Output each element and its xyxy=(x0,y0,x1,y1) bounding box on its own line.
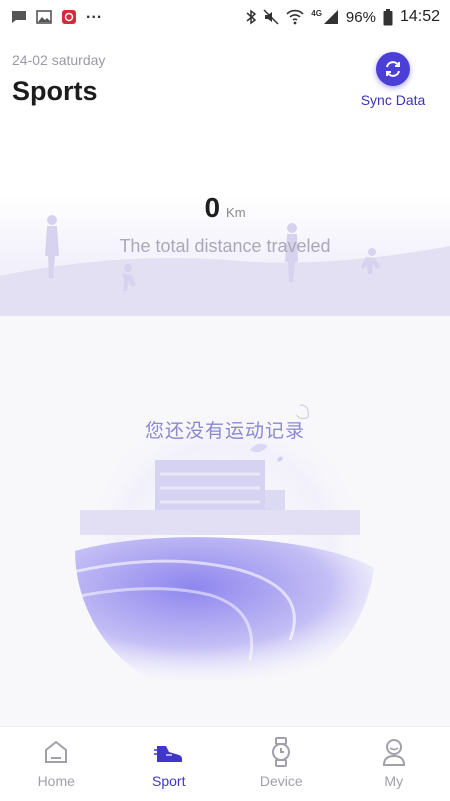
distance-value: 0 xyxy=(204,192,220,223)
nav-home-label: Home xyxy=(38,773,75,789)
status-bar: ... 4G 96% 14:52 xyxy=(0,0,450,34)
sync-icon xyxy=(383,59,403,79)
sync-icon-circle[interactable] xyxy=(376,52,410,86)
more-notifications-indicator: ... xyxy=(86,5,102,23)
watch-icon-wrap xyxy=(266,737,296,767)
sync-data-button[interactable]: Sync Data xyxy=(348,52,438,108)
signal-indicator: 4G xyxy=(311,9,339,25)
person-icon-wrap xyxy=(379,737,409,767)
home-icon-wrap xyxy=(41,737,71,767)
nav-home[interactable]: Home xyxy=(0,727,113,801)
distance-unit: Km xyxy=(226,205,246,220)
nav-device[interactable]: Device xyxy=(225,727,338,801)
app-notification-icon xyxy=(61,10,77,24)
signal-icon xyxy=(323,9,339,25)
status-bar-notifications: ... xyxy=(0,10,102,24)
sneaker-icon xyxy=(154,738,184,766)
battery-percent: 96% xyxy=(346,9,376,26)
page-title: Sports xyxy=(12,76,98,107)
battery-icon xyxy=(383,9,393,26)
mute-icon xyxy=(263,9,279,25)
sync-data-label: Sync Data xyxy=(361,92,426,108)
wifi-icon xyxy=(286,9,304,25)
watch-icon xyxy=(267,737,295,767)
nav-my[interactable]: My xyxy=(338,727,450,801)
bluetooth-icon xyxy=(246,9,256,25)
distance-caption: The total distance traveled xyxy=(0,236,450,257)
nav-my-label: My xyxy=(384,773,403,789)
bottom-nav: Home Sport Device xyxy=(0,726,450,801)
empty-state-message: 您还没有运动记录 xyxy=(0,416,450,443)
network-type: 4G xyxy=(311,9,322,18)
clock: 14:52 xyxy=(400,8,440,26)
nav-sport[interactable]: Sport xyxy=(113,727,226,801)
date-label: 24-02 saturday xyxy=(12,52,105,68)
sneaker-icon-wrap xyxy=(154,737,184,767)
distance-row: 0 Km xyxy=(0,192,450,224)
home-icon xyxy=(42,738,70,766)
distance-summary: 0 Km The total distance traveled xyxy=(0,130,450,316)
nav-device-label: Device xyxy=(260,773,303,789)
chat-notification-icon xyxy=(11,10,27,24)
empty-state: 您还没有运动记录 xyxy=(0,316,450,726)
person-icon xyxy=(380,737,408,767)
nav-sport-label: Sport xyxy=(152,773,185,789)
image-notification-icon xyxy=(36,10,52,24)
status-bar-system: 4G 96% 14:52 xyxy=(246,8,450,26)
